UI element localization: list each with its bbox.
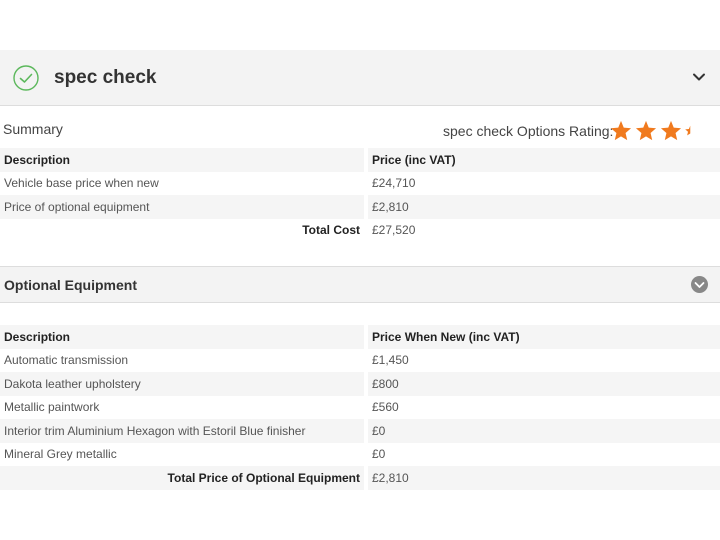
row-description: Interior trim Aluminium Hexagon with Est… (4, 423, 306, 438)
column-header: Price (inc VAT) (364, 148, 720, 172)
row-description: Automatic transmission (4, 353, 129, 368)
table-row: Interior trim Aluminium Hexagon with Est… (0, 419, 720, 443)
column-header: Description (4, 152, 71, 167)
star-icon (635, 120, 657, 141)
table-total-row: Total Price of Optional Equipment £2,810 (0, 466, 720, 490)
row-price: £0 (364, 442, 720, 466)
spec-check-title: spec check (54, 67, 157, 88)
optional-equipment-table: Description Price When New (inc VAT) Aut… (0, 325, 720, 490)
row-description: Dakota leather upholstery (4, 376, 141, 391)
column-header: Price When New (inc VAT) (364, 325, 720, 349)
table-row: Automatic transmission £1,450 (0, 348, 720, 372)
column-header: Description (4, 329, 71, 344)
rating-label: spec check Options Rating: (443, 123, 614, 139)
row-price: £2,810 (364, 195, 720, 219)
check-circle-icon (13, 65, 39, 91)
row-description: Metallic paintwork (4, 400, 100, 415)
row-price: £560 (364, 395, 720, 419)
row-description: Vehicle base price when new (4, 176, 159, 191)
row-price: £1,450 (364, 348, 720, 372)
row-price: £24,710 (364, 171, 720, 195)
star-icon (610, 120, 632, 141)
optional-equipment-title: Optional Equipment (4, 277, 137, 293)
table-header-row: Description Price When New (inc VAT) (0, 325, 720, 349)
table-row: Dakota leather upholstery £800 (0, 372, 720, 396)
total-value: £2,810 (364, 466, 720, 490)
star-icon (660, 120, 682, 141)
options-rating-stars (610, 120, 696, 141)
row-description: Mineral Grey metallic (4, 447, 117, 462)
table-row: Metallic paintwork £560 (0, 395, 720, 419)
table-header-row: Description Price (inc VAT) (0, 148, 720, 172)
total-value: £27,520 (364, 218, 720, 242)
optional-equipment-header[interactable]: Optional Equipment (0, 266, 720, 303)
half-star-icon (685, 125, 691, 136)
table-row: Vehicle base price when new £24,710 (0, 171, 720, 195)
total-label: Total Price of Optional Equipment (167, 470, 360, 485)
row-description: Price of optional equipment (4, 199, 150, 214)
chevron-down-icon[interactable] (692, 70, 706, 84)
table-row: Mineral Grey metallic £0 (0, 442, 720, 466)
table-row: Price of optional equipment £2,810 (0, 195, 720, 219)
total-label: Total Cost (302, 223, 360, 238)
summary-table: Description Price (inc VAT) Vehicle base… (0, 148, 720, 242)
spec-check-header[interactable]: spec check (0, 50, 720, 106)
row-price: £800 (364, 372, 720, 396)
summary-label: Summary (3, 121, 63, 137)
row-price: £0 (364, 419, 720, 443)
chevron-down-circle-icon[interactable] (691, 276, 708, 293)
table-total-row: Total Cost £27,520 (0, 218, 720, 242)
